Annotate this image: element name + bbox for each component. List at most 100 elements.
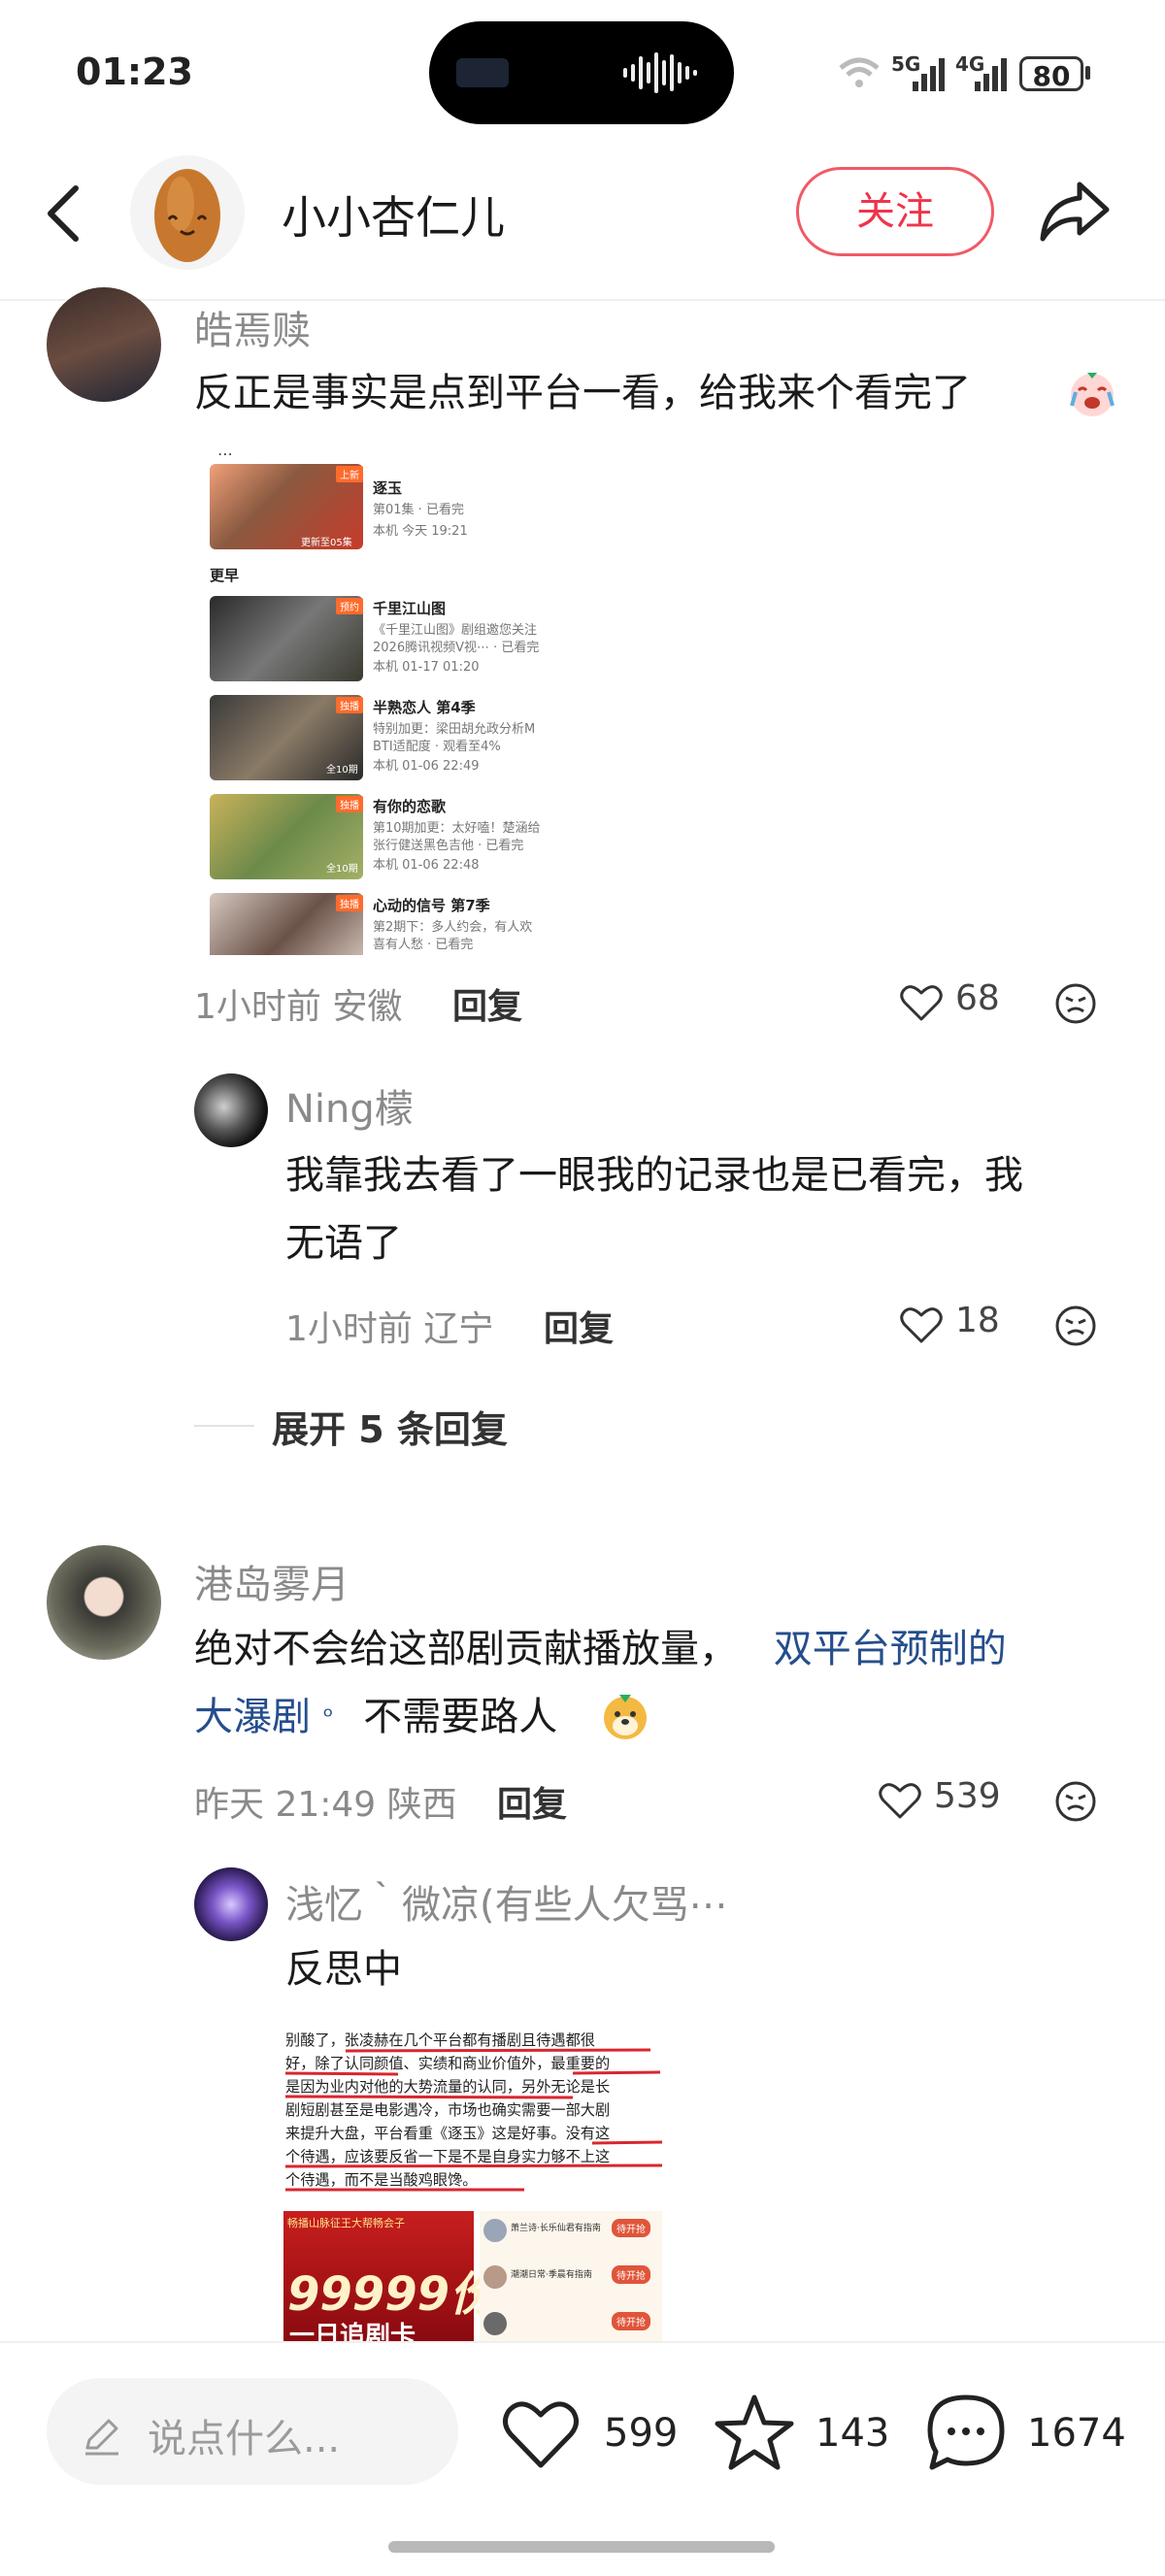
favorite-star-icon[interactable]	[713, 2392, 796, 2475]
almond-avatar-icon	[154, 169, 220, 262]
dislike-face-icon[interactable]	[1054, 1305, 1097, 1347]
list-item-name: 萧兰诗·长乐仙君有指南	[511, 2224, 601, 2233]
row-sub: 本机 01-06 22:49	[373, 759, 480, 774]
row-sub: 2026腾讯视频V视⋯ · 已看完	[373, 641, 540, 655]
status-time: 01:23	[76, 50, 193, 93]
row-title: 有你的恋歌	[373, 798, 447, 815]
comment-username[interactable]: 港岛雾月	[194, 1553, 350, 1609]
row-title: 半熟恋人 第4季	[373, 699, 476, 716]
commenter-avatar[interactable]	[47, 1545, 161, 1660]
reply-button[interactable]: 回复	[544, 1301, 614, 1351]
now-playing-thumb	[456, 58, 509, 87]
reply-content-line1: 我靠我去看了一眼我的记录也是已看完，我	[285, 1153, 1023, 1198]
comment-time-location: 昨天 21:49 陕西	[194, 1785, 457, 1825]
row-title: 千里江山图	[373, 600, 447, 617]
wifi-icon	[839, 57, 880, 87]
like-heart-icon[interactable]	[899, 982, 944, 1023]
list-item-name: 潮潮日常·季晨有指南	[511, 2270, 592, 2280]
dislike-face-icon[interactable]	[1054, 982, 1097, 1025]
badge: 全10期	[326, 864, 358, 875]
comment-bubble-icon[interactable]	[924, 2392, 1008, 2475]
row-title: 心动的信号 第7季	[373, 897, 490, 914]
badge: 全10期	[326, 765, 358, 776]
reply-content: 反思中	[285, 1947, 402, 1992]
signal-icon-2	[975, 58, 1007, 91]
reply-content-line2: 无语了	[285, 1221, 402, 1266]
comment-text: 不需要路人	[363, 1695, 558, 1739]
list-avatar	[483, 2219, 507, 2242]
row-sub: 本机 01-06 22:48	[373, 858, 480, 873]
like-count: 68	[955, 978, 1000, 1018]
pencil-icon	[85, 2419, 118, 2456]
comment-content: 反正是事实是点到平台一看，给我来个看完了	[194, 359, 971, 427]
expand-replies-button[interactable]: 展开 5 条回复	[272, 1400, 508, 1453]
promo-banner: 畅播山脉征王大帮畅会子 99999份 一日追剧卡	[283, 2211, 496, 2341]
list-item-button: 待开抢	[612, 2219, 650, 2237]
home-indicator	[388, 2541, 775, 2553]
like-heart-icon[interactable]	[899, 1305, 944, 1345]
row-sub: 《千里江山图》剧组邀您关注	[373, 623, 538, 638]
topic-link[interactable]: 大瀑剧	[194, 1695, 311, 1739]
row-sub: 张行健送黑色吉他 · 已看完	[373, 839, 524, 853]
list-avatar	[483, 2312, 507, 2335]
tag: 独播	[336, 796, 363, 812]
author-name[interactable]: 小小杏仁儿	[282, 182, 505, 247]
battery-indicator: 80	[1019, 56, 1083, 92]
section-label: 更早	[210, 567, 240, 584]
tag: 上新	[336, 466, 363, 482]
back-arrow-icon[interactable]	[39, 182, 87, 245]
battery-tip	[1085, 66, 1090, 80]
post-like-count: 599	[604, 2411, 679, 2456]
list-avatar	[483, 2265, 507, 2289]
topic-link[interactable]: 双平台预制的	[774, 1627, 1007, 1671]
comment-time-location: 1小时前 安徽	[194, 987, 403, 1027]
row-title: 逐玉	[373, 479, 403, 497]
comment-image[interactable]: ⋯ 上新 更新至05集 逐玉 第01集 · 已看完 本机 今天 19:21 更早…	[204, 445, 573, 955]
dislike-face-icon[interactable]	[1054, 1780, 1097, 1823]
post-favorite-count: 143	[816, 2411, 890, 2456]
list-item-button: 待开抢	[612, 2312, 650, 2330]
row-sub: 本机 今天 19:21	[373, 524, 468, 539]
share-icon[interactable]	[1037, 177, 1111, 247]
post-comment-count: 1674	[1027, 2411, 1126, 2456]
comment-input-placeholder[interactable]: 说点什么...	[148, 2407, 340, 2463]
promo-list: 萧兰诗·长乐仙君有指南 待开抢 潮潮日常·季晨有指南 待开抢 待开抢	[480, 2211, 662, 2341]
reply-button[interactable]: 回复	[497, 1776, 567, 1827]
reply-username[interactable]: Ning檬	[285, 1077, 414, 1134]
promo-big-number: 99999份	[287, 2267, 496, 2322]
reply-avatar[interactable]	[194, 1073, 268, 1147]
reply-button[interactable]: 回复	[452, 978, 522, 1029]
reply-avatar[interactable]	[194, 1867, 268, 1941]
row-sub: 本机 01-17 01:20	[373, 660, 480, 675]
reply-username[interactable]: 浅忆｀微凉(有些人欠骂⋯	[285, 1873, 728, 1930]
row-sub: 第2期下：多人约会，有人欢	[373, 920, 533, 935]
reply-time-location: 1小时前 辽宁	[285, 1309, 494, 1349]
commenter-avatar[interactable]	[47, 287, 161, 402]
row-sub: 第01集 · 已看完	[373, 503, 464, 517]
expand-divider	[194, 1425, 254, 1427]
row-sub: 第10期加更：太好嗑！楚涵给	[373, 821, 541, 836]
badge: 更新至05集	[301, 538, 352, 548]
red-underline-marks	[284, 2048, 663, 2192]
follow-button[interactable]: 关注	[796, 167, 994, 256]
search-icon[interactable]: ᵒ	[323, 1702, 334, 1732]
audio-wave-icon	[623, 52, 697, 93]
reply-image[interactable]: 别酸了，张凌赫在几个平台都有播剧且待遇都很 好，除了认同颜值、实绩和商业价值外，…	[282, 2027, 664, 2341]
header-divider	[0, 299, 1165, 301]
tag: 独播	[336, 895, 363, 911]
like-count: 18	[955, 1301, 1000, 1340]
like-heart-icon[interactable]	[499, 2395, 582, 2473]
comment-text: 反正是事实是点到平台一看，给我来个看完了	[194, 371, 971, 415]
comment-content-line1: 绝对不会给这部剧贡献播放量， 双平台预制的	[194, 1615, 1007, 1683]
list-item-button: 待开抢	[612, 2265, 650, 2284]
like-heart-icon[interactable]	[878, 1780, 922, 1821]
comment-text: 绝对不会给这部剧贡献播放量，	[194, 1627, 738, 1671]
dog-emoji-icon	[604, 1695, 647, 1739]
tag: 预约	[336, 598, 363, 614]
comment-username[interactable]: 皓焉赎	[194, 299, 311, 355]
tag: 独播	[336, 697, 363, 713]
promo-bottom-text: 一日追剧卡	[289, 2322, 416, 2341]
author-avatar[interactable]	[130, 155, 245, 270]
row-sub: 特别加更：梁田胡允政分析M	[373, 722, 536, 737]
promo-top-text: 畅播山脉征王大帮畅会子	[287, 2217, 405, 2229]
